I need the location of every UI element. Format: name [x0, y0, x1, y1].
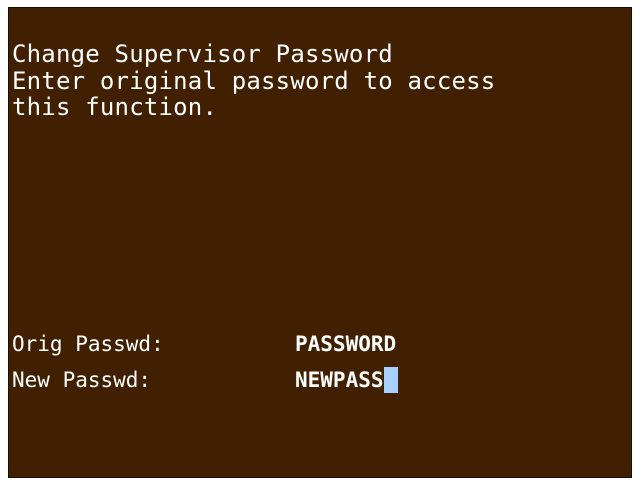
new-password-label: New Passwd:	[12, 368, 152, 392]
original-password-row: Orig Passwd: PASSWORD	[12, 330, 396, 358]
original-password-field[interactable]: PASSWORD	[295, 330, 396, 358]
instruction-line-1: Enter original password to access	[12, 67, 496, 95]
screen-title: Change Supervisor Password	[12, 40, 393, 68]
instruction-line-2: this function.	[12, 93, 218, 121]
new-password-value: NEWPASS	[295, 368, 384, 392]
terminal-screen: Change Supervisor Password Enter origina…	[8, 7, 632, 478]
text-cursor	[383, 367, 398, 393]
original-password-label: Orig Passwd:	[12, 332, 164, 356]
new-password-field[interactable]: NEWPASS	[295, 366, 398, 394]
new-password-row: New Passwd: NEWPASS	[12, 366, 398, 394]
